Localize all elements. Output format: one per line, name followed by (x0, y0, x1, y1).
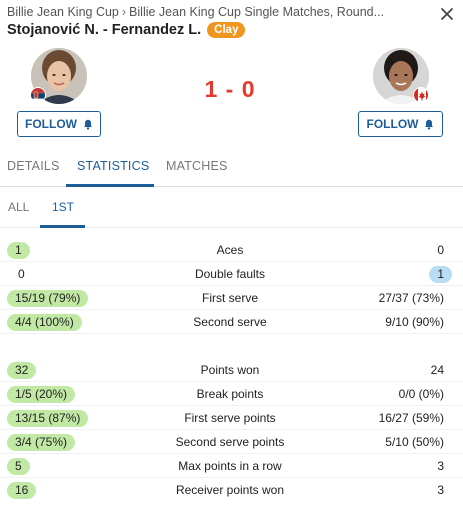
stat-left-value: 13/15 (87%) (7, 410, 89, 427)
follow-label: FOLLOW (366, 117, 419, 131)
stat-label: Break points (196, 387, 264, 401)
stat-right-value: 24 (430, 363, 444, 377)
stat-right-value: 1 (429, 266, 452, 283)
stat-left-value: 16 (7, 482, 37, 499)
subtab-1st[interactable]: 1ST (52, 200, 74, 214)
close-icon (441, 8, 453, 20)
stats-table: 1 Aces 0 0 Double faults 1 15/19 (79%) F… (0, 238, 463, 502)
follow-label: FOLLOW (25, 117, 77, 131)
active-subtab-indicator (40, 225, 85, 228)
stat-left-value: 1/5 (20%) (7, 386, 76, 403)
stat-label: Points won (200, 363, 260, 377)
active-tab-indicator (66, 184, 154, 187)
breadcrumb-separator: › (121, 5, 127, 19)
tab-matches[interactable]: MATCHES (166, 159, 228, 173)
close-button[interactable] (436, 3, 458, 25)
stat-label: First serve (201, 291, 258, 305)
stat-row: 1 Aces 0 (0, 238, 463, 262)
stat-right-value: 16/27 (59%) (378, 411, 444, 425)
stat-row: 15/19 (79%) First serve 27/37 (73%) (0, 286, 463, 310)
stat-label: First serve points (184, 411, 276, 425)
stat-row: 13/15 (87%) First serve points 16/27 (59… (0, 406, 463, 430)
stat-left-value: 5 (7, 458, 30, 475)
subtab-all[interactable]: ALL (8, 200, 29, 214)
serbia-flag-icon (30, 87, 46, 103)
stat-right-value: 0 (437, 243, 444, 257)
stat-left-value: 4/4 (100%) (7, 314, 82, 331)
stat-label: Double faults (194, 267, 266, 281)
stat-row: 16 Receiver points won 3 (0, 478, 463, 502)
stat-row: 0 Double faults 1 (0, 262, 463, 286)
header: Billie Jean King Cup › Billie Jean King Cu… (0, 0, 463, 44)
stat-label: Aces (216, 243, 244, 257)
stat-row: 4/4 (100%) Second serve 9/10 (90%) (0, 310, 463, 334)
breadcrumb: Billie Jean King Cup › Billie Jean King Cu… (7, 5, 417, 19)
stat-left-value: 15/19 (79%) (7, 290, 89, 307)
stat-left-value: 32 (7, 362, 37, 379)
period-tabs: ALL 1ST (0, 190, 463, 228)
match-title: Stojanović N. - Fernandez L. (7, 22, 202, 38)
stat-label: Receiver points won (175, 483, 285, 497)
stat-left-value: 1 (7, 242, 30, 259)
stat-row: 1/5 (20%) Break points 0/0 (0%) (0, 382, 463, 406)
stat-label: Second serve points (175, 435, 285, 449)
stat-row: 32 Points won 24 (0, 358, 463, 382)
stat-left-value: 0 (18, 267, 25, 281)
stat-right-value: 0/0 (0%) (398, 387, 444, 401)
canada-flag-icon (413, 87, 429, 103)
stat-right-value: 3 (437, 459, 444, 473)
main-tabs: DETAILS STATISTICS MATCHES (0, 150, 463, 187)
stat-right-value: 9/10 (90%) (385, 315, 444, 329)
stat-label: Max points in a row (178, 459, 282, 473)
tab-details[interactable]: DETAILS (7, 159, 60, 173)
bell-icon (425, 119, 434, 130)
stat-right-value: 27/37 (73%) (378, 291, 444, 305)
match-score: 1 - 0 (204, 76, 256, 102)
bell-icon (83, 119, 92, 130)
stat-label: Second serve (193, 315, 267, 329)
follow-player1-button[interactable]: FOLLOW (17, 111, 101, 137)
breadcrumb-item-event[interactable]: Billie Jean King Cup Single Matches, Rou… (129, 5, 384, 19)
players-panel: 1 - 0 FOLLOW FOLLOW (0, 46, 463, 142)
stat-right-value: 5/10 (50%) (385, 435, 444, 449)
stat-row: 5 Max points in a row 3 (0, 454, 463, 478)
stat-right-value: 3 (437, 483, 444, 497)
follow-player2-button[interactable]: FOLLOW (358, 111, 443, 137)
breadcrumb-item-tournament[interactable]: Billie Jean King Cup (7, 5, 119, 19)
tab-statistics[interactable]: STATISTICS (77, 159, 149, 173)
stat-row: 3/4 (75%) Second serve points 5/10 (50%) (0, 430, 463, 454)
match-title-row: Stojanović N. - Fernandez L. Clay (7, 22, 246, 38)
stat-left-value: 3/4 (75%) (7, 434, 76, 451)
surface-badge: Clay (207, 22, 246, 38)
